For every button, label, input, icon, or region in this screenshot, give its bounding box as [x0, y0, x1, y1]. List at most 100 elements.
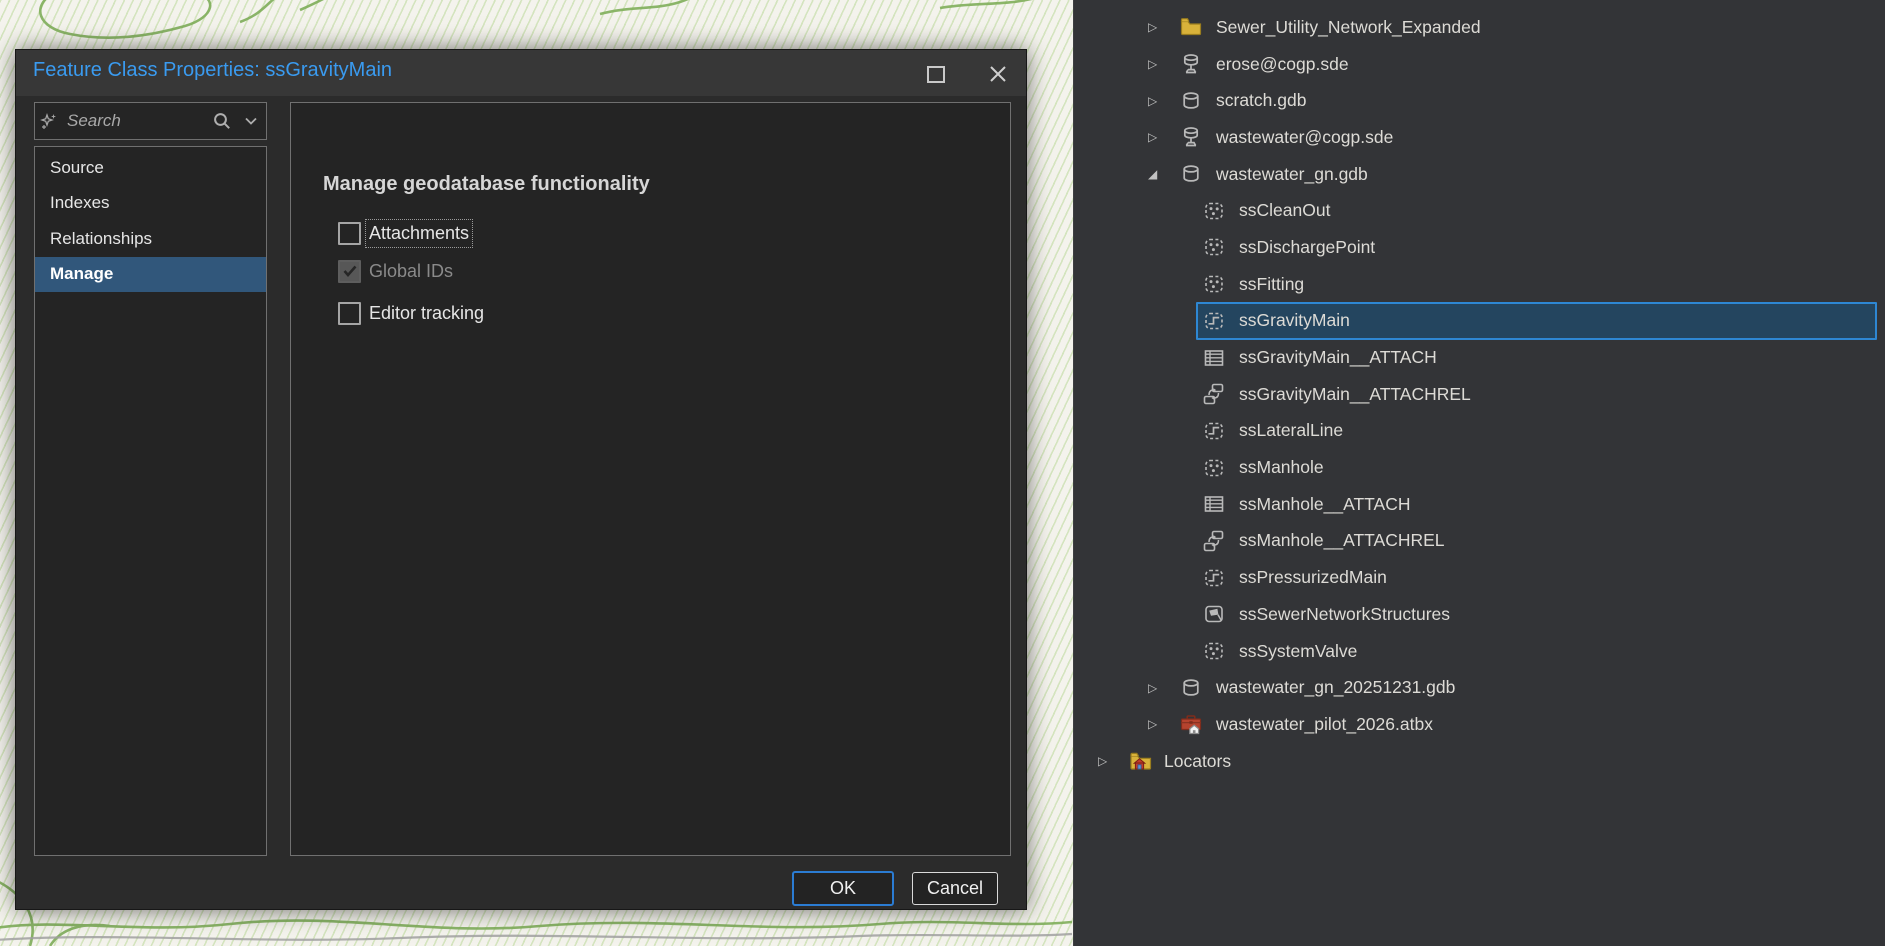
sidebar-item-relationships[interactable]: Relationships: [35, 221, 266, 257]
tree-item-content[interactable]: Sewer_Utility_Network_Expanded: [1173, 8, 1877, 46]
tree-item-label: ssLateralLine: [1239, 420, 1344, 441]
checkbox-row-editor-tracking: Editor tracking: [338, 301, 484, 325]
sidebar-item-manage[interactable]: Manage: [35, 256, 266, 292]
tree-item-label: ssFitting: [1239, 273, 1305, 294]
tree-item-content[interactable]: erose@cogp.sde: [1173, 45, 1877, 83]
expand-arrow-icon[interactable]: ▷: [1096, 754, 1123, 768]
cancel-button[interactable]: Cancel: [912, 872, 998, 905]
tree-item-content[interactable]: ssGravityMain__ATTACH: [1196, 339, 1877, 377]
tree-item-ssmanhole__attach[interactable]: ssManhole__ATTACH: [1074, 486, 1885, 523]
database-connection-icon: [1179, 52, 1203, 76]
folder-icon: [1179, 15, 1203, 39]
tree-item-wastewater_pilot_2026.atbx[interactable]: ▷ wastewater_pilot_2026.atbx: [1074, 706, 1885, 743]
sidebar-item-indexes[interactable]: Indexes: [35, 186, 266, 222]
tree-item-content[interactable]: ssManhole__ATTACHREL: [1196, 522, 1877, 560]
catalog-tree-panel: ▷ Sewer_Utility_Network_Expanded ▷ erose@co…: [1073, 0, 1885, 946]
maximize-button[interactable]: [921, 61, 951, 87]
tree-item-content[interactable]: ssCleanOut: [1196, 192, 1877, 230]
expand-arrow-icon[interactable]: ▷: [1146, 94, 1173, 108]
checkbox-editor-tracking[interactable]: [338, 301, 361, 325]
point-feature-class-icon: [1202, 235, 1226, 259]
tree-item-sscleanout[interactable]: ssCleanOut: [1074, 192, 1885, 229]
tree-item-content[interactable]: wastewater@cogp.sde: [1173, 118, 1877, 156]
maximize-icon: [927, 65, 945, 83]
checkbox-attachments[interactable]: [338, 221, 361, 245]
sparkle-icon: [40, 113, 56, 129]
tree-item-locators[interactable]: ▷ Locators: [1074, 743, 1885, 780]
relationship-class-icon: [1202, 382, 1226, 406]
expand-arrow-icon[interactable]: ▷: [1146, 681, 1173, 695]
tree-item-content[interactable]: wastewater_gn_20251231.gdb: [1173, 669, 1877, 707]
tree-item-content[interactable]: Locators: [1123, 742, 1877, 780]
locators-folder-icon: [1129, 749, 1153, 773]
expand-arrow-icon[interactable]: ▷: [1146, 717, 1173, 731]
checkbox-row-global-ids: Global IDs: [338, 259, 453, 283]
checkbox-label[interactable]: Editor tracking: [369, 303, 484, 324]
tree-item-label: erose@cogp.sde: [1216, 53, 1349, 74]
checkbox-label[interactable]: Attachments: [364, 218, 474, 248]
line-feature-class-icon: [1202, 309, 1226, 333]
tree-item-sssystemvalve[interactable]: ssSystemValve: [1074, 633, 1885, 670]
tree-item-content[interactable]: wastewater_pilot_2026.atbx: [1173, 705, 1877, 743]
tree-item-ssdischargepoint[interactable]: ssDischargePoint: [1074, 229, 1885, 266]
tree-item-erose@cogp.sde[interactable]: ▷ erose@cogp.sde: [1074, 46, 1885, 83]
checkbox-global-ids: [338, 259, 361, 283]
tree-item-content[interactable]: ssSewerNetworkStructures: [1196, 595, 1877, 633]
table-icon: [1202, 492, 1226, 516]
tree-item-content[interactable]: ssFitting: [1196, 265, 1877, 303]
tree-item-content[interactable]: ssDischargePoint: [1196, 228, 1877, 266]
tree-item-label: ssGravityMain: [1239, 310, 1350, 331]
tree-item-wastewater_gn.gdb[interactable]: ◢ wastewater_gn.gdb: [1074, 156, 1885, 193]
point-feature-class-icon: [1202, 639, 1226, 663]
tree-item-label: wastewater_pilot_2026.atbx: [1216, 713, 1433, 734]
tree-item-label: wastewater@cogp.sde: [1216, 126, 1394, 147]
tree-item-ssgravitymain__attachrel[interactable]: ssGravityMain__ATTACHREL: [1074, 376, 1885, 413]
manage-panel: Manage geodatabase functionality Attachm…: [290, 102, 1011, 856]
screenshot-stage: ▷ Sewer_Utility_Network_Expanded ▷ erose@co…: [0, 0, 1885, 946]
tree-item-content[interactable]: ssManhole: [1196, 449, 1877, 487]
tree-item-content[interactable]: scratch.gdb: [1173, 82, 1877, 120]
collapse-arrow-icon[interactable]: ◢: [1146, 167, 1173, 181]
tree-item-sssewernetworkstructures[interactable]: ssSewerNetworkStructures: [1074, 596, 1885, 633]
tree-item-content[interactable]: ssLateralLine: [1196, 412, 1877, 450]
search-icon[interactable]: [212, 111, 232, 131]
tree-item-content[interactable]: ssSystemValve: [1196, 632, 1877, 670]
toolbox-icon: [1179, 712, 1203, 736]
dialog-titlebar[interactable]: Feature Class Properties: ssGravityMain: [16, 50, 1026, 96]
expand-arrow-icon[interactable]: ▷: [1146, 20, 1173, 34]
tree-item-wastewater_gn_20251231.gdb[interactable]: ▷ wastewater_gn_20251231.gdb: [1074, 669, 1885, 706]
tree-item-label: ssCleanOut: [1239, 200, 1331, 221]
tree-item-ssgravitymain[interactable]: ssGravityMain: [1074, 301, 1885, 340]
tree-item-label: ssManhole__ATTACHREL: [1239, 530, 1445, 551]
chevron-down-icon[interactable]: [244, 116, 258, 126]
tree-item-sewer_utility_network_expanded[interactable]: ▷ Sewer_Utility_Network_Expanded: [1074, 9, 1885, 46]
tree-item-content[interactable]: ssGravityMain__ATTACHREL: [1196, 375, 1877, 413]
close-button[interactable]: [981, 59, 1015, 89]
expand-arrow-icon[interactable]: ▷: [1146, 57, 1173, 71]
tree-item-ssmanhole__attachrel[interactable]: ssManhole__ATTACHREL: [1074, 523, 1885, 560]
database-connection-icon: [1179, 125, 1203, 149]
search-input[interactable]: Search: [67, 111, 212, 131]
feature-class-properties-dialog: Feature Class Properties: ssGravityMain …: [15, 49, 1027, 910]
tree-item-sspressurizedmain[interactable]: ssPressurizedMain: [1074, 559, 1885, 596]
ok-button[interactable]: OK: [792, 871, 894, 906]
close-icon: [990, 66, 1006, 82]
tree-item-ssmanhole[interactable]: ssManhole: [1074, 449, 1885, 486]
tree-item-sslateralline[interactable]: ssLateralLine: [1074, 413, 1885, 450]
tree-item-ssfitting[interactable]: ssFitting: [1074, 266, 1885, 303]
sidebar-item-source[interactable]: Source: [35, 150, 266, 186]
search-box[interactable]: Search: [34, 102, 267, 140]
checkbox-label: Global IDs: [369, 260, 454, 281]
tree-item-content[interactable]: ssGravityMain: [1196, 301, 1877, 340]
tree-item-label: Sewer_Utility_Network_Expanded: [1216, 16, 1481, 37]
tree-item-label: ssGravityMain__ATTACH: [1239, 347, 1437, 368]
tree-item-wastewater@cogp.sde[interactable]: ▷ wastewater@cogp.sde: [1074, 119, 1885, 156]
dialog-sidebar: Source Indexes Relationships Manage: [34, 146, 267, 856]
line-feature-class-icon: [1202, 566, 1226, 590]
tree-item-ssgravitymain__attach[interactable]: ssGravityMain__ATTACH: [1074, 339, 1885, 376]
tree-item-scratch.gdb[interactable]: ▷ scratch.gdb: [1074, 82, 1885, 119]
tree-item-content[interactable]: ssManhole__ATTACH: [1196, 485, 1877, 523]
tree-item-content[interactable]: ssPressurizedMain: [1196, 559, 1877, 597]
expand-arrow-icon[interactable]: ▷: [1146, 130, 1173, 144]
tree-item-content[interactable]: wastewater_gn.gdb: [1173, 155, 1877, 193]
